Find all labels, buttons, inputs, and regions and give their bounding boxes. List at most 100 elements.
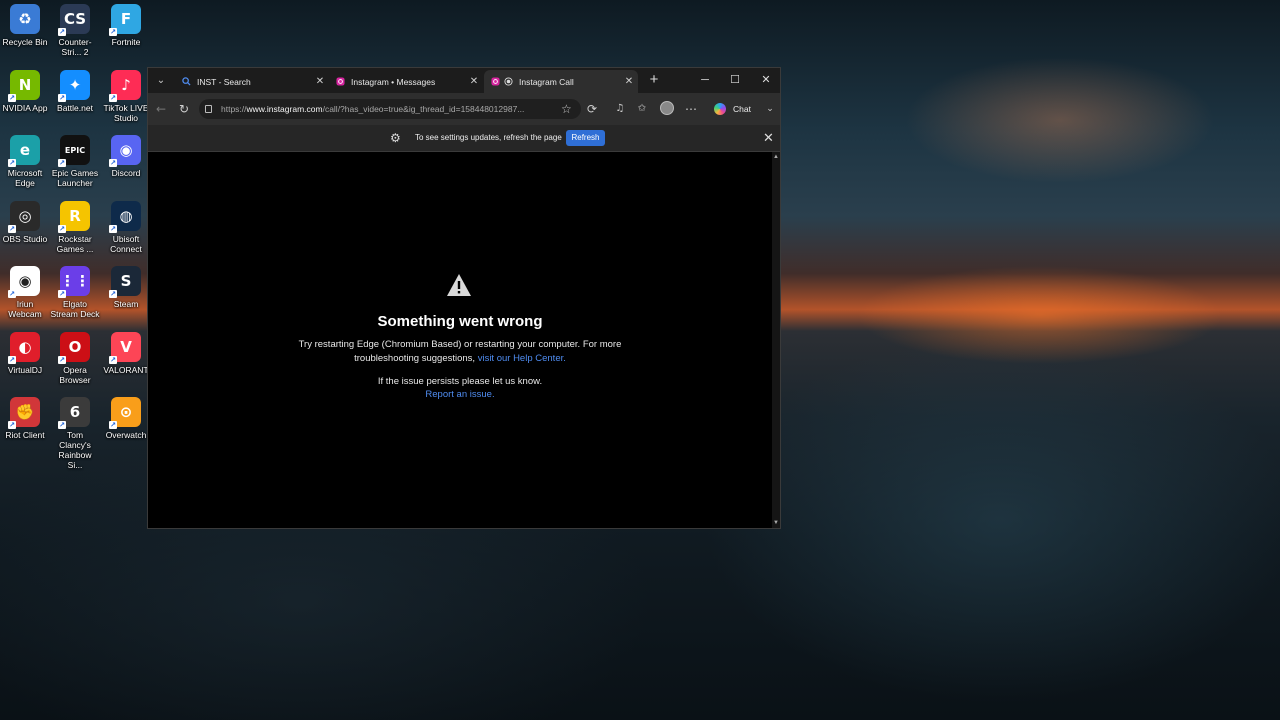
desktop-shortcut-label: Fortnite xyxy=(111,37,141,47)
error-body-text: Try restarting Edge (Chromium Based) or … xyxy=(298,339,622,364)
desktop-shortcut-label: Battle.net xyxy=(57,103,93,113)
desktop-shortcut[interactable]: ◍ ↗ Ubisoft Connect xyxy=(101,201,151,254)
shortcut-arrow-icon: ↗ xyxy=(109,159,117,167)
desktop-shortcut[interactable]: ◉ ↗ Discord xyxy=(101,135,151,178)
sidebar-chevron-down-icon[interactable]: ⌄ xyxy=(761,100,779,118)
tab-close-icon[interactable]: ✕ xyxy=(467,76,481,87)
epic-games-icon: EPIC ↗ xyxy=(58,135,90,167)
tab-actions-chevron-down-icon[interactable]: ⌄ xyxy=(153,73,169,89)
ubisoft-icon: ◍ ↗ xyxy=(109,201,141,233)
desktop-shortcut[interactable]: ◎ ↗ OBS Studio xyxy=(0,201,50,244)
profile-avatar[interactable] xyxy=(660,101,674,115)
counter-strike-icon: CS ↗ xyxy=(58,4,90,36)
site-info-lock-icon[interactable] xyxy=(205,105,212,113)
desktop-shortcut-label: TikTok LIVE Studio xyxy=(103,103,149,123)
desktop-shortcut[interactable]: ✦ ↗ Battle.net xyxy=(50,70,100,113)
desktop-shortcut-label: Tom Clancy's Rainbow Si... xyxy=(58,430,92,470)
address-bar[interactable]: https://www.instagram.com/call/?has_vide… xyxy=(199,99,581,119)
iriun-webcam-icon: ◉ ↗ xyxy=(8,266,40,298)
maximize-button[interactable]: ☐ xyxy=(720,71,750,89)
tab-close-icon[interactable]: ✕ xyxy=(622,76,636,87)
edge-icon: e ↗ xyxy=(8,135,40,167)
error-persist-text: If the issue persists please let us know… xyxy=(377,376,543,387)
shortcut-arrow-icon: ↗ xyxy=(8,159,16,167)
error-title: Something went wrong xyxy=(377,313,543,330)
tab-close-icon[interactable]: ✕ xyxy=(313,76,327,87)
reload-icon[interactable]: ↻ xyxy=(175,100,193,118)
page-content: Something went wrong Try restarting Edge… xyxy=(148,152,772,528)
desktop-shortcut-label: Riot Client xyxy=(5,430,45,440)
valorant-icon: V ↗ xyxy=(109,332,141,364)
desktop-shortcut[interactable]: ♻ Recycle Bin xyxy=(0,4,50,47)
desktop-shortcut[interactable]: ♪ ↗ TikTok LIVE Studio xyxy=(101,70,151,123)
desktop-shortcut[interactable]: R ↗ Rockstar Games ... xyxy=(50,201,100,254)
report-issue-link[interactable]: Report an issue. xyxy=(425,389,494,400)
shortcut-arrow-icon: ↗ xyxy=(8,356,16,364)
scroll-up-arrow-icon[interactable]: ▲ xyxy=(773,154,779,160)
media-control-icon[interactable]: ♫ xyxy=(611,100,629,118)
scroll-down-arrow-icon[interactable]: ▼ xyxy=(773,520,779,526)
tiktok-icon: ♪ ↗ xyxy=(109,70,141,102)
desktop-shortcut[interactable]: ⋮⋮ ↗ Elgato Stream Deck xyxy=(50,266,100,319)
refresh-button[interactable]: Refresh xyxy=(566,130,605,146)
help-center-link[interactable]: visit our Help Center. xyxy=(478,353,566,364)
favorite-star-icon[interactable]: ☆ xyxy=(561,99,572,119)
rainbow-six-icon: 6 ↗ xyxy=(58,397,90,429)
desktop-shortcut[interactable]: S ↗ Steam xyxy=(101,266,151,309)
desktop-shortcut[interactable]: e ↗ Microsoft Edge xyxy=(0,135,50,188)
minimize-button[interactable]: ─ xyxy=(690,71,720,89)
desktop-shortcut[interactable]: 6 ↗ Tom Clancy's Rainbow Si... xyxy=(50,397,100,470)
tab-inst-search[interactable]: INST - Search ✕ xyxy=(175,70,329,93)
obs-icon: ◎ ↗ xyxy=(8,201,40,233)
desktop-shortcut[interactable]: F ↗ Fortnite xyxy=(101,4,151,47)
shortcut-arrow-icon: ↗ xyxy=(8,225,16,233)
desktop-shortcut-label: Rockstar Games ... xyxy=(56,234,94,254)
tab-instagram-call[interactable]: Instagram Call ✕ xyxy=(484,70,638,93)
shortcut-arrow-icon: ↗ xyxy=(58,94,66,102)
virtualdj-icon: ◐ ↗ xyxy=(8,332,40,364)
instagram-icon xyxy=(336,77,345,86)
warning-icon xyxy=(447,274,471,296)
desktop-shortcut-label: Microsoft Edge xyxy=(7,168,43,188)
copilot-chat-button[interactable]: Chat xyxy=(714,100,751,118)
extensions-sync-icon[interactable]: ⟳ xyxy=(583,100,601,118)
favorites-collection-icon[interactable]: ✩ xyxy=(633,100,651,118)
new-tab-button[interactable]: + xyxy=(645,71,663,89)
more-menu-icon[interactable]: ⋯ xyxy=(682,100,700,118)
vertical-scrollbar[interactable]: ▲ ▼ xyxy=(772,152,780,528)
infobar-message: To see settings updates, refresh the pag… xyxy=(415,133,562,142)
close-window-button[interactable]: ✕ xyxy=(751,71,781,89)
riot-client-icon: ✊ ↗ xyxy=(8,397,40,429)
desktop-shortcut[interactable]: ◉ ↗ Iriun Webcam xyxy=(0,266,50,319)
desktop-shortcut[interactable]: O ↗ Opera Browser xyxy=(50,332,100,385)
stream-deck-icon: ⋮⋮ ↗ xyxy=(58,266,90,298)
back-arrow-icon[interactable]: ← xyxy=(152,100,170,118)
desktop-shortcut-label: Recycle Bin xyxy=(2,37,48,47)
gear-icon: ⚙ xyxy=(390,131,401,145)
desktop-shortcut-label: NVIDIA App xyxy=(2,103,48,113)
report-issue-container: Report an issue. xyxy=(148,389,772,400)
desktop-shortcut[interactable]: ◐ ↗ VirtualDJ xyxy=(0,332,50,375)
desktop-shortcut[interactable]: V ↗ VALORANT xyxy=(101,332,151,375)
url-host: www.instagram.com xyxy=(246,104,323,114)
copilot-label: Chat xyxy=(733,104,751,114)
tab-title: INST - Search xyxy=(197,76,251,87)
shortcut-arrow-icon: ↗ xyxy=(109,356,117,364)
desktop-shortcut-label: Overwatch xyxy=(105,430,147,440)
shortcut-arrow-icon: ↗ xyxy=(58,290,66,298)
recycle-bin-icon: ♻ xyxy=(10,4,40,34)
infobar-close-icon[interactable]: ✕ xyxy=(763,130,774,146)
discord-icon: ◉ ↗ xyxy=(109,135,141,167)
desktop-shortcut[interactable]: ⊙ ↗ Overwatch xyxy=(101,397,151,440)
desktop-shortcut[interactable]: N ↗ NVIDIA App xyxy=(0,70,50,113)
tab-instagram-messages[interactable]: Instagram • Messages ✕ xyxy=(329,70,483,93)
shortcut-arrow-icon: ↗ xyxy=(109,421,117,429)
steam-icon: S ↗ xyxy=(109,266,141,298)
desktop-shortcut-label: OBS Studio xyxy=(2,234,48,244)
url-path: /call/?has_video=true&ig_thread_id=15844… xyxy=(322,104,525,114)
desktop-shortcut[interactable]: EPIC ↗ Epic Games Launcher xyxy=(50,135,100,188)
desktop-shortcut[interactable]: ✊ ↗ Riot Client xyxy=(0,397,50,440)
tab-bar: ⌄ INST - Search ✕ Instagram • Messages ✕… xyxy=(148,68,780,93)
rockstar-icon: R ↗ xyxy=(58,201,90,233)
desktop-shortcut[interactable]: CS ↗ Counter-Stri... 2 xyxy=(50,4,100,57)
